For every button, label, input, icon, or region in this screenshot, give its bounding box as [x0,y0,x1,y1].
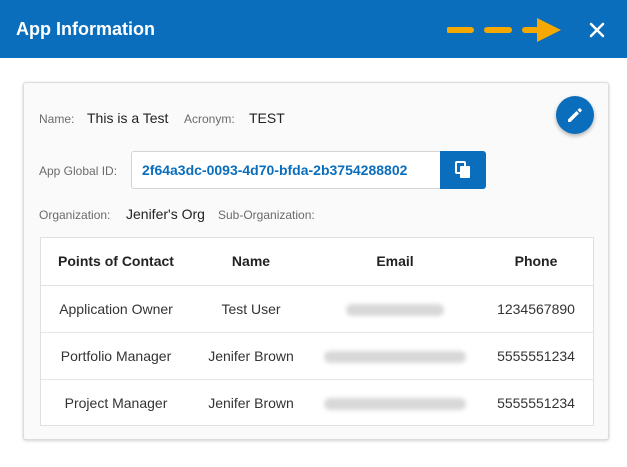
name-label: Name: [39,112,75,126]
contact-role: Application Owner [41,285,191,333]
table-row: Project Manager Jenifer Brown 5555551234 [41,379,593,426]
edit-button[interactable] [556,96,594,134]
organization-value: Jenifer's Org [126,206,205,222]
column-header-role: Points of Contact [41,238,191,286]
column-header-email: Email [311,238,479,286]
name-value: This is a Test [87,110,169,126]
arrow-right-dashed-icon [447,18,561,42]
table-header-row: Points of Contact Name Email Phone [41,238,593,286]
dialog-header: App Information [0,0,627,58]
app-global-id-field[interactable]: 2f64a3dc-0093-4d70-bfda-2b3754288802 [131,151,441,189]
contact-name: Jenifer Brown [208,394,294,411]
contact-role: Portfolio Manager [41,332,191,380]
contact-name: Jenifer Brown [191,332,311,380]
organization-label: Organization: [39,208,111,222]
app-global-id-label: App Global ID: [39,164,118,178]
sub-organization-label: Sub-Organization: [218,208,315,222]
acronym-label: Acronym: [184,112,235,126]
table-row: Portfolio Manager Jenifer Brown 55555512… [41,332,593,380]
contact-phone: 5555551234 [497,394,575,411]
acronym-value: TEST [249,110,285,126]
app-details-card: Name: This is a Test Acronym: TEST App G… [23,82,609,440]
contact-name: Test User [191,285,311,333]
contact-email-redacted [311,285,479,333]
contact-phone: 1234567890 [479,285,593,333]
contacts-table: Points of Contact Name Email Phone Appli… [40,237,594,426]
app-information-dialog: App Information Name: This is a Test Acr… [0,0,627,467]
contact-email-redacted [311,332,479,380]
copy-icon [455,161,470,178]
contact-phone: 5555551234 [479,332,593,380]
app-global-id-value: 2f64a3dc-0093-4d70-bfda-2b3754288802 [142,162,408,178]
close-icon[interactable] [585,18,609,42]
table-row: Application Owner Test User 1234567890 [41,285,593,333]
column-header-phone: Phone [479,238,593,286]
dialog-title: App Information [16,19,155,39]
copy-id-button[interactable] [440,151,486,189]
column-header-name: Name [191,238,311,286]
contact-role: Project Manager [64,394,168,411]
contact-email-redacted [311,379,479,426]
pencil-icon [568,108,582,122]
